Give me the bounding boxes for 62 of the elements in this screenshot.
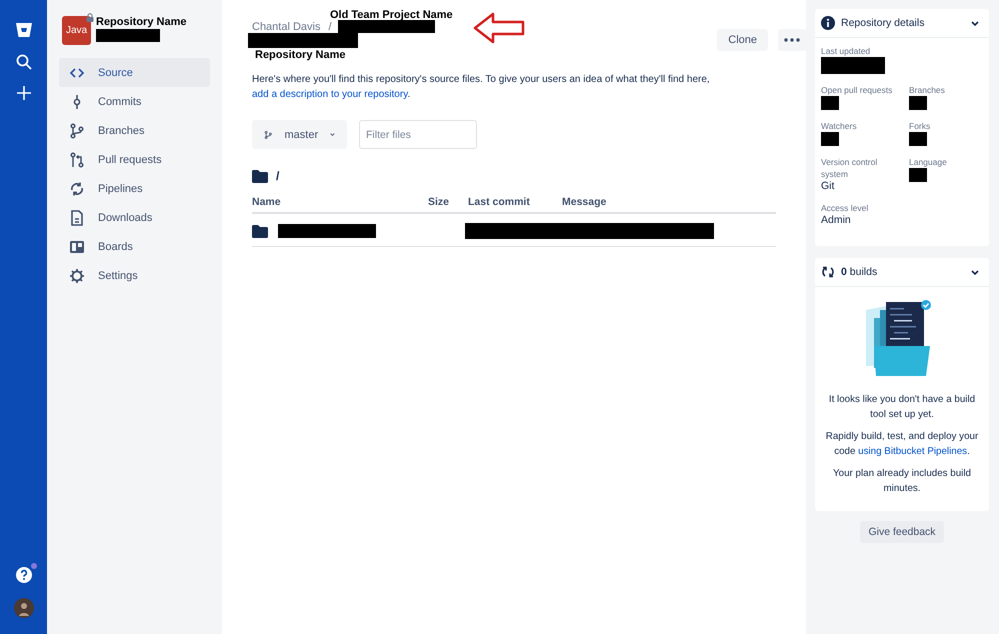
chevron-down-icon bbox=[330, 132, 335, 137]
plus-icon[interactable] bbox=[16, 86, 30, 100]
language-label: Java bbox=[66, 25, 88, 36]
folder-icon bbox=[252, 224, 268, 238]
more-icon bbox=[784, 38, 800, 42]
description-text: Here's where you'll find this repository's source files. To give your users an idea of what they'll find here, add a description to your repository. bbox=[252, 73, 711, 102]
detail-label: Watchers bbox=[821, 120, 857, 132]
annotation-label: Old Team Project Name bbox=[330, 9, 453, 21]
bucket-logo-icon[interactable] bbox=[14, 22, 32, 38]
branch-icon bbox=[69, 122, 85, 138]
search-icon[interactable] bbox=[16, 54, 32, 70]
sidebar-item[interactable]: Commits bbox=[59, 87, 210, 116]
sidebar-item[interactable]: Downloads bbox=[59, 203, 210, 232]
detail-label: Branches bbox=[909, 84, 945, 96]
column-header: Last commit bbox=[468, 196, 530, 208]
card-title: Repository details bbox=[841, 17, 926, 29]
sidebar-item[interactable]: Boards bbox=[59, 232, 210, 261]
builds-count: 0 builds bbox=[841, 266, 878, 278]
settings-icon bbox=[69, 268, 85, 284]
feedback-button[interactable]: Give feedback bbox=[860, 521, 944, 543]
chevron-icon[interactable] bbox=[971, 20, 979, 26]
refresh-icon bbox=[821, 265, 835, 279]
sidebar-item[interactable]: Branches bbox=[59, 116, 210, 145]
detail-label: Version control system bbox=[821, 156, 878, 180]
builds-message: It looks like you don't have a build tool set up yet. bbox=[828, 393, 976, 422]
path-text: / bbox=[276, 169, 280, 183]
detail-label: Last updated bbox=[821, 45, 870, 57]
sidebar-item[interactable]: Pipelines bbox=[59, 174, 210, 203]
avatar-icon[interactable] bbox=[14, 598, 34, 618]
pipelines-icon bbox=[69, 180, 85, 196]
filter-field[interactable]: Filter files bbox=[359, 120, 477, 149]
download-icon bbox=[69, 210, 85, 226]
detail-value: Admin bbox=[821, 214, 851, 226]
column-header: Name bbox=[252, 196, 281, 208]
breadcrumb-separator: / bbox=[328, 20, 332, 32]
more-button[interactable] bbox=[778, 29, 806, 51]
info-icon bbox=[821, 16, 835, 30]
pull-icon bbox=[69, 152, 85, 168]
sidebar-item[interactable]: Settings bbox=[59, 261, 210, 290]
boards-icon bbox=[69, 238, 85, 254]
description-link[interactable]: add a description to your repository bbox=[252, 89, 408, 100]
detail-label: Open pull requests bbox=[821, 84, 892, 96]
detail-value: Git bbox=[821, 180, 834, 192]
breadcrumb-owner[interactable]: Chantal Davis bbox=[252, 20, 320, 32]
column-header: Size bbox=[428, 196, 450, 208]
folder-icon bbox=[252, 170, 268, 182]
builds-message: Your plan already includes build minutes. bbox=[832, 467, 972, 496]
sidebar-item[interactable]: Pull requests bbox=[59, 145, 210, 174]
pipelines-link[interactable]: using Bitbucket Pipelines bbox=[858, 446, 968, 457]
clone-button[interactable]: Clone bbox=[717, 29, 768, 51]
column-header: Message bbox=[562, 196, 606, 208]
chevron-icon[interactable] bbox=[971, 270, 979, 274]
detail-label: Language bbox=[909, 156, 947, 168]
detail-label: Forks bbox=[909, 120, 930, 132]
arrow-annotation-icon bbox=[473, 12, 525, 44]
detail-label: Access level bbox=[821, 202, 868, 214]
repository-title: Repository Name bbox=[255, 49, 346, 61]
builds-message: Rapidly build, test, and deploy your code using Bitbucket Pipelines. bbox=[824, 430, 980, 459]
repository-name: Repository Name bbox=[96, 16, 186, 28]
branch-dropdown[interactable]: master bbox=[252, 120, 347, 149]
sidebar-item[interactable]: Source bbox=[59, 58, 210, 87]
help-icon[interactable] bbox=[16, 567, 32, 583]
